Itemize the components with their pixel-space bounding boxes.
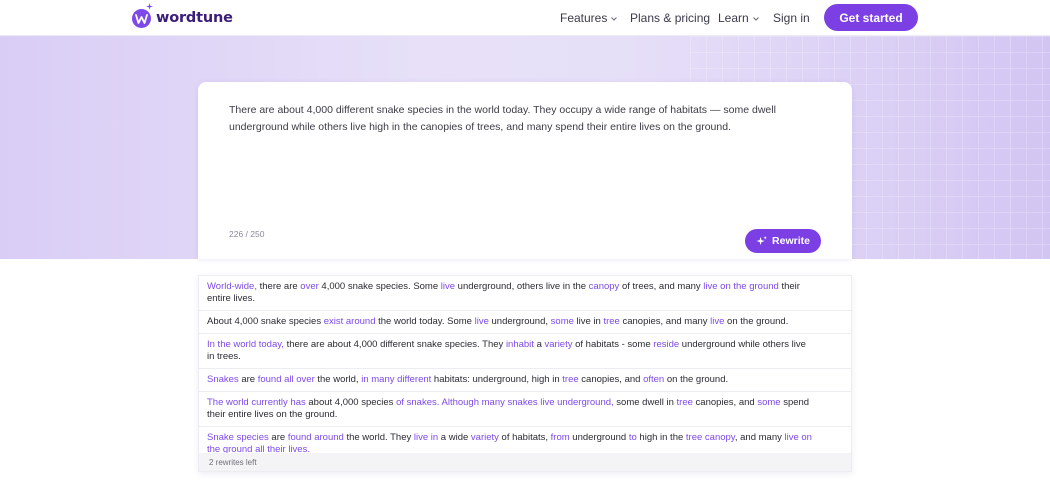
changed-phrase: live in (413, 432, 439, 443)
nav-sign-in[interactable]: Sign in (773, 11, 810, 25)
changed-phrase: from (550, 432, 570, 443)
nav-learn[interactable]: Learn (718, 11, 759, 25)
changed-phrase: tree (676, 397, 693, 408)
get-started-button[interactable]: Get started (824, 4, 918, 31)
rewrite-label: Rewrite (772, 235, 810, 247)
rewrite-suggestion[interactable]: Snakes are found all over the world, in … (199, 369, 851, 392)
changed-phrase: often (643, 374, 665, 385)
nav-features-label: Features (560, 11, 608, 25)
unchanged-phrase: canopies, and many (619, 316, 711, 327)
changed-phrase: of snakes. (396, 397, 440, 408)
unchanged-phrase: About 4,000 snake species (207, 316, 324, 327)
unchanged-phrase: of habitats, (498, 432, 551, 443)
unchanged-phrase: of habitats - some (572, 339, 654, 350)
changed-phrase: Snakes (207, 374, 239, 385)
changed-phrase: Snake species (207, 432, 269, 443)
changed-phrase: inhabit (505, 339, 534, 350)
nav-signin-label: Sign in (773, 11, 810, 25)
unchanged-phrase: underground, others live in the (455, 281, 589, 292)
nav-features[interactable]: Features (560, 11, 618, 25)
unchanged-phrase: underground, (488, 316, 551, 327)
character-count: 226 / 250 (229, 229, 265, 239)
unchanged-phrase: a (533, 339, 545, 350)
changed-phrase: exist around (323, 316, 376, 327)
unchanged-phrase: some dwell in (613, 397, 677, 408)
changed-phrase: tree (603, 316, 620, 327)
unchanged-phrase: there are (256, 281, 301, 292)
logo-text: wordtune (156, 10, 233, 26)
changed-phrase: live (440, 281, 456, 292)
changed-phrase: tree canopy (685, 432, 735, 443)
changed-phrase: found all over (257, 374, 315, 385)
rewrites-left-bar: 2 rewrites left (199, 453, 851, 471)
changed-phrase: to (628, 432, 637, 443)
changed-phrase: tree (562, 374, 579, 385)
unchanged-phrase: 4,000 snake species. Some (318, 281, 441, 292)
unchanged-phrase: habitats: underground, high in (431, 374, 563, 385)
changed-phrase: some (757, 397, 781, 408)
rewrite-suggestion[interactable]: Snake species are found around the world… (199, 427, 851, 453)
changed-phrase: in many different (361, 374, 432, 385)
changed-phrase: The world currently has (207, 397, 306, 408)
changed-phrase: variety (470, 432, 499, 443)
unchanged-phrase: underground (569, 432, 629, 443)
changed-phrase: variety (544, 339, 573, 350)
sparkle-icon (756, 235, 768, 245)
rewrite-results-list: World-wide, there are over 4,000 snake s… (199, 276, 851, 453)
unchanged-phrase: on the ground. (724, 316, 789, 327)
unchanged-phrase: of trees, and many (619, 281, 704, 292)
unchanged-phrase: live in (573, 316, 604, 327)
changed-phrase: live on the ground (703, 281, 779, 292)
rewrite-suggestion[interactable]: The world currently has about 4,000 spec… (199, 392, 851, 427)
changed-phrase: some (550, 316, 574, 327)
unchanged-phrase: the world. They (343, 432, 414, 443)
unchanged-phrase: the world today. Some (375, 316, 475, 327)
rewrite-suggestion[interactable]: World-wide, there are over 4,000 snake s… (199, 276, 851, 311)
unchanged-phrase: there are about 4,000 different snake sp… (283, 339, 506, 350)
unchanged-phrase: high in the (636, 432, 686, 443)
unchanged-phrase: a wide (438, 432, 471, 443)
unchanged-phrase: the world, (314, 374, 362, 385)
changed-phrase: In the world today, (207, 339, 284, 350)
changed-phrase: over (300, 281, 319, 292)
changed-phrase: live (710, 316, 725, 327)
changed-phrase: canopy (588, 281, 620, 292)
top-navbar: wordtune Features Plans & pricing Learn … (0, 0, 1050, 36)
changed-phrase: live (474, 316, 489, 327)
rewrite-results-panel: World-wide, there are over 4,000 snake s… (198, 275, 852, 472)
rewrite-button[interactable]: Rewrite (745, 229, 821, 253)
unchanged-phrase: , and many (734, 432, 785, 443)
changed-phrase: Although many snakes live underground, (441, 397, 614, 408)
sparkle-icon (146, 3, 153, 10)
chevron-down-icon (752, 16, 759, 21)
text-editor-card[interactable]: There are about 4,000 different snake sp… (198, 82, 852, 259)
unchanged-phrase: canopies, and (578, 374, 644, 385)
rewrites-left-text: 2 rewrites left (209, 458, 257, 467)
unchanged-phrase: are (238, 374, 258, 385)
wordtune-logo-icon (132, 8, 151, 28)
rewrite-suggestion[interactable]: About 4,000 snake species exist around t… (199, 311, 851, 334)
unchanged-phrase: about 4,000 species (305, 397, 397, 408)
nav-learn-label: Learn (718, 11, 749, 25)
unchanged-phrase: are (268, 432, 288, 443)
chevron-down-icon (611, 16, 618, 21)
changed-phrase: reside (653, 339, 680, 350)
rewrite-suggestion[interactable]: In the world today, there are about 4,00… (199, 334, 851, 369)
editor-text[interactable]: There are about 4,000 different snake sp… (229, 102, 809, 136)
nav-plans-label: Plans & pricing (630, 11, 711, 25)
nav-plans-pricing[interactable]: Plans & pricing (630, 11, 710, 25)
changed-phrase: World-wide, (207, 281, 257, 292)
unchanged-phrase: canopies, and (692, 397, 758, 408)
changed-phrase: found around (287, 432, 344, 443)
unchanged-phrase: on the ground. (664, 374, 729, 385)
